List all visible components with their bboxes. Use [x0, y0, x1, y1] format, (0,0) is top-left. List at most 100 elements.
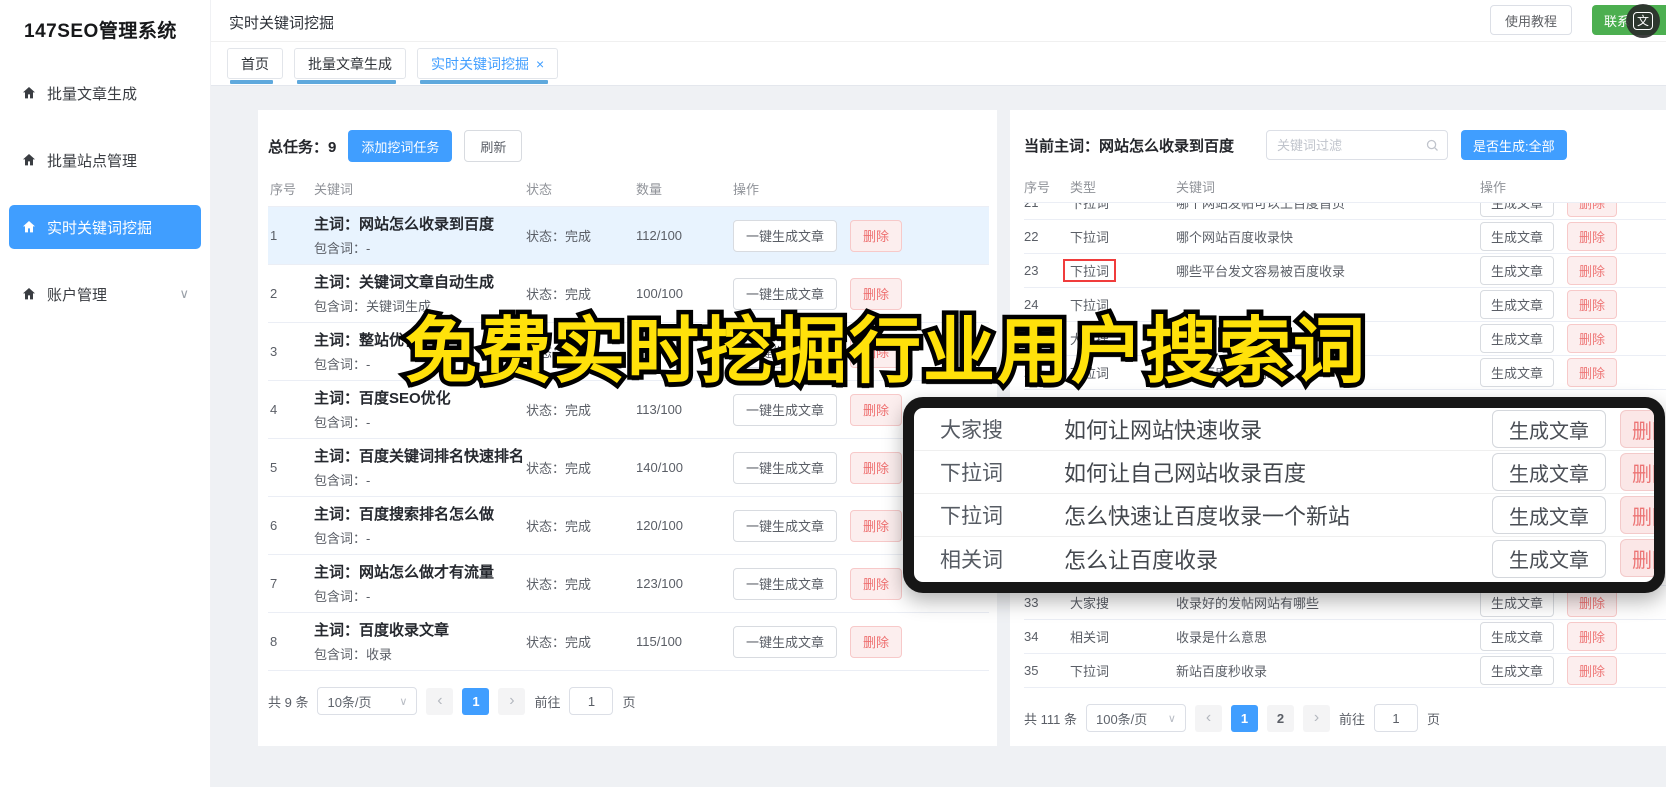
task-include-word: 包含词：-: [314, 241, 371, 257]
generate-article-button[interactable]: 一键生成文章: [733, 567, 838, 600]
generate-all-button[interactable]: 是否生成:全部: [1461, 130, 1567, 160]
delete-button[interactable]: 删除: [1620, 410, 1654, 448]
task-count: 112/100: [636, 228, 683, 243]
prev-page-button[interactable]: ‹: [1194, 704, 1222, 732]
total-tasks-label: 总任务：9: [268, 138, 337, 156]
table-row[interactable]: 7 主词：网站怎么做才有流量 包含词：- 状态：完成 123/100 一键生成文章…: [268, 555, 989, 613]
chevron-down-icon: ∨: [1167, 712, 1176, 725]
task-include-word: 包含词：收录: [314, 647, 393, 663]
inset-row: 下拉词 如何让自己网站收录百度 生成文章 删除: [914, 451, 1654, 494]
sidebar-item-batch-site[interactable]: 批量站点管理: [9, 138, 201, 182]
page-button-2[interactable]: 2: [1266, 704, 1294, 732]
generate-article-button[interactable]: 生成文章: [1480, 622, 1555, 651]
task-status: 状态：完成: [526, 461, 592, 476]
delete-button[interactable]: 删除: [850, 219, 903, 252]
generate-article-button[interactable]: 一键生成文章: [733, 219, 838, 252]
table-row[interactable]: 5 主词：百度关键词排名快速排名 包含词：- 状态：完成 140/100 一键生成…: [268, 439, 989, 497]
delete-button[interactable]: 删除: [850, 393, 903, 426]
keyword-type: 下拉词: [1070, 203, 1110, 211]
delete-button[interactable]: 删除: [1620, 539, 1654, 577]
next-page-button[interactable]: ›: [498, 687, 526, 715]
generate-article-button[interactable]: 生成文章: [1492, 453, 1606, 491]
tutorial-button[interactable]: 使用教程: [1489, 5, 1572, 35]
tab-home[interactable]: 首页: [227, 48, 283, 84]
goto-page-input[interactable]: [569, 687, 614, 715]
page-size-select[interactable]: 10条/页 ∨: [317, 687, 418, 715]
sidebar-item-account[interactable]: 账户管理 ∨: [9, 272, 201, 316]
generate-article-button[interactable]: 生成文章: [1480, 324, 1555, 353]
keyword-filter-input[interactable]: [1277, 137, 1422, 153]
delete-button[interactable]: 删除: [1567, 324, 1618, 353]
close-icon[interactable]: ×: [536, 56, 544, 72]
table-row[interactable]: 1 主词：网站怎么收录到百度 包含词：- 状态：完成 112/100 一键生成文章…: [268, 207, 989, 265]
delete-button[interactable]: 删除: [850, 451, 903, 484]
generate-article-button[interactable]: 生成文章: [1480, 290, 1555, 319]
page-button-1[interactable]: 1: [462, 687, 490, 715]
table-row[interactable]: 8 主词：百度收录文章 包含词：收录 状态：完成 115/100 一键生成文章 删除: [268, 613, 989, 671]
generate-article-button[interactable]: 生成文章: [1492, 410, 1606, 448]
generate-article-button[interactable]: 生成文章: [1480, 358, 1555, 387]
total-count: 共 111 条: [1024, 711, 1077, 727]
table-row[interactable]: 23 下拉词 哪些平台发文容易被百度收录 生成文章 删除: [1024, 254, 1666, 288]
row-index: 1: [270, 228, 278, 243]
delete-button[interactable]: 删除: [1567, 290, 1618, 319]
page-button-1[interactable]: 1: [1230, 704, 1258, 732]
goto-label: 前往: [1338, 711, 1365, 727]
chevron-down-icon: ∨: [179, 286, 189, 301]
delete-button[interactable]: 删除: [850, 625, 903, 658]
page-size-select[interactable]: 100条/页 ∨: [1085, 704, 1186, 732]
tab-realtime-keyword[interactable]: 实时关键词挖掘 ×: [417, 48, 559, 84]
keyword-type: 大家搜: [940, 419, 1003, 442]
translate-icon[interactable]: 文: [1626, 4, 1660, 38]
delete-button[interactable]: 删除: [1567, 222, 1618, 251]
sidebar-item-realtime-keyword[interactable]: 实时关键词挖掘: [9, 205, 201, 249]
keyword-text: 哪些平台发文容易被百度收录: [1176, 264, 1346, 279]
generate-article-button[interactable]: 一键生成文章: [733, 625, 838, 658]
table-row[interactable]: 22 下拉词 哪个网站百度收录快 生成文章 删除: [1024, 220, 1666, 254]
next-page-button[interactable]: ›: [1302, 704, 1330, 732]
generate-article-button[interactable]: 一键生成文章: [733, 393, 838, 426]
delete-button[interactable]: 删除: [1567, 203, 1618, 217]
generate-article-button[interactable]: 生成文章: [1480, 656, 1555, 685]
delete-button[interactable]: 删除: [1620, 496, 1654, 534]
row-index: 21: [1024, 203, 1070, 210]
generate-article-button[interactable]: 生成文章: [1492, 539, 1606, 578]
delete-button[interactable]: 删除: [1567, 622, 1618, 651]
generate-article-button[interactable]: 生成文章: [1480, 256, 1555, 285]
add-task-button[interactable]: 添加挖词任务: [348, 130, 453, 162]
task-pagination: 共 9 条 10条/页∨ ‹ 1 › 前往 页: [268, 687, 997, 715]
delete-button[interactable]: 删除: [850, 509, 903, 542]
keyword-text: 哪个网站百度收录快: [1176, 230, 1294, 245]
generate-article-button[interactable]: 生成文章: [1480, 222, 1555, 251]
sidebar-item-batch-article[interactable]: 批量文章生成: [9, 71, 201, 115]
generate-article-button[interactable]: 一键生成文章: [733, 509, 838, 542]
home-icon: [23, 221, 35, 233]
table-row[interactable]: 34 相关词 收录是什么意思 生成文章 删除: [1024, 620, 1666, 654]
row-index: 2: [270, 286, 278, 301]
generate-article-button[interactable]: 生成文章: [1480, 203, 1555, 217]
table-row[interactable]: 21 下拉词 哪个网站发帖可以上百度首页 生成文章删除: [1024, 203, 1666, 220]
delete-button[interactable]: 删除: [850, 567, 903, 600]
task-main-word: 主词：关键词文章自动生成: [314, 273, 495, 291]
keyword-text: 哪个网站发帖可以上百度首页: [1176, 203, 1346, 211]
table-row[interactable]: 35 下拉词 新站百度秒收录 生成文章 删除: [1024, 654, 1666, 688]
generate-article-button[interactable]: 一键生成文章: [733, 451, 838, 484]
col-index: 序号: [270, 181, 297, 197]
delete-button[interactable]: 删除: [1567, 256, 1618, 285]
refresh-button[interactable]: 刷新: [464, 130, 523, 162]
delete-button[interactable]: 删除: [1620, 453, 1654, 491]
keyword-text: 怎么让百度收录: [1064, 547, 1219, 573]
delete-button[interactable]: 删除: [1567, 656, 1618, 685]
page-title: 实时关键词挖掘: [229, 15, 335, 32]
topbar-actions: 使用教程 联系 文: [1489, 4, 1666, 38]
inset-row: 相关词 怎么让百度收录 生成文章 删除: [914, 537, 1654, 580]
generate-article-button[interactable]: 生成文章: [1492, 496, 1606, 534]
keyword-text: 如何让网站快速收录: [1064, 418, 1263, 443]
delete-button[interactable]: 删除: [1567, 358, 1618, 387]
prev-page-button[interactable]: ‹: [426, 687, 454, 715]
sidebar-item-label: 批量文章生成: [47, 85, 138, 103]
col-keyword: 关键词: [1176, 179, 1216, 195]
tab-batch-article[interactable]: 批量文章生成: [294, 48, 406, 84]
goto-page-input[interactable]: [1374, 704, 1418, 732]
table-row[interactable]: 6 主词：百度搜索排名怎么做 包含词：- 状态：完成 120/100 一键生成文章…: [268, 497, 989, 555]
